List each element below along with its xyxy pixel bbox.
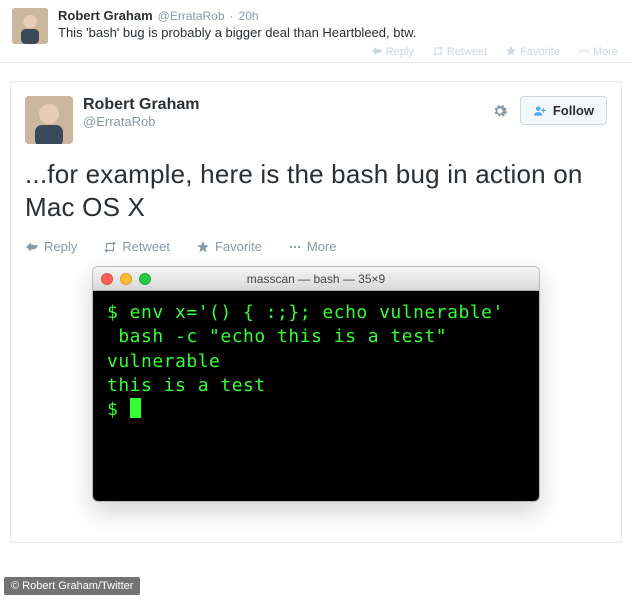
retweet-button[interactable]: Retweet <box>432 45 487 58</box>
tweet-text: This 'bash' bug is probably a bigger dea… <box>58 25 620 40</box>
user-plus-icon <box>533 104 547 118</box>
more-button[interactable]: More <box>288 239 337 254</box>
tweet-text: ...for example, here is the bash bug in … <box>25 158 607 223</box>
follow-button[interactable]: Follow <box>520 96 607 125</box>
dots-icon <box>578 45 590 57</box>
reply-button[interactable]: Reply <box>371 45 414 58</box>
reply-label: Reply <box>44 239 77 254</box>
more-label: More <box>307 239 337 254</box>
author-handle[interactable]: @ErrataRob <box>158 9 225 23</box>
window-minimize-icon[interactable] <box>120 273 132 285</box>
terminal-cursor <box>130 398 141 418</box>
retweet-icon <box>432 45 444 57</box>
more-label: More <box>593 46 618 58</box>
reply-button[interactable]: Reply <box>25 239 77 254</box>
tweet-actions: Reply Retweet Favorite More <box>25 239 607 254</box>
retweet-label: Retweet <box>122 239 170 254</box>
follow-label: Follow <box>553 103 594 118</box>
parent-tweet[interactable]: Robert Graham @ErrataRob · 20h This 'bas… <box>0 0 632 63</box>
dots-icon <box>288 240 302 254</box>
tweet-media[interactable]: masscan — bash — 35×9 $ env x='() { :;};… <box>92 266 540 502</box>
star-icon <box>505 45 517 57</box>
time-sep: · <box>230 9 234 23</box>
terminal-line: vulnerable <box>107 351 220 372</box>
terminal-titlebar: masscan — bash — 35×9 <box>93 267 539 291</box>
terminal-body: $ env x='() { :;}; echo vulnerable' bash… <box>93 291 539 501</box>
star-icon <box>196 240 210 254</box>
image-credit: © Robert Graham/Twitter <box>4 577 140 595</box>
author-name[interactable]: Robert Graham <box>58 8 153 23</box>
favorite-label: Favorite <box>215 239 262 254</box>
author-handle[interactable]: @ErrataRob <box>83 114 199 129</box>
main-tweet: Robert Graham @ErrataRob Follow ...for e… <box>10 81 622 543</box>
favorite-label: Favorite <box>520 46 560 58</box>
window-close-icon[interactable] <box>101 273 113 285</box>
reply-icon <box>371 45 383 57</box>
favorite-button[interactable]: Favorite <box>196 239 262 254</box>
avatar[interactable] <box>12 8 48 44</box>
retweet-button[interactable]: Retweet <box>103 239 170 254</box>
reply-label: Reply <box>386 46 414 58</box>
gear-icon[interactable] <box>492 103 508 119</box>
terminal-title: masscan — bash — 35×9 <box>93 272 539 286</box>
tweet-actions: Reply Retweet Favorite More <box>371 45 618 58</box>
retweet-label: Retweet <box>447 46 487 58</box>
terminal-window: masscan — bash — 35×9 $ env x='() { :;};… <box>92 266 540 502</box>
terminal-line: this is a test <box>107 375 266 396</box>
terminal-line: $ <box>107 399 130 420</box>
window-zoom-icon[interactable] <box>139 273 151 285</box>
reply-icon <box>25 240 39 254</box>
more-button[interactable]: More <box>578 45 618 58</box>
terminal-line: $ env x='() { :;}; echo vulnerable' <box>107 302 504 323</box>
timestamp[interactable]: 20h <box>239 9 259 23</box>
avatar[interactable] <box>25 96 73 144</box>
terminal-line: bash -c "echo this is a test" <box>107 326 447 347</box>
author-name[interactable]: Robert Graham <box>83 96 199 114</box>
favorite-button[interactable]: Favorite <box>505 45 560 58</box>
retweet-icon <box>103 240 117 254</box>
